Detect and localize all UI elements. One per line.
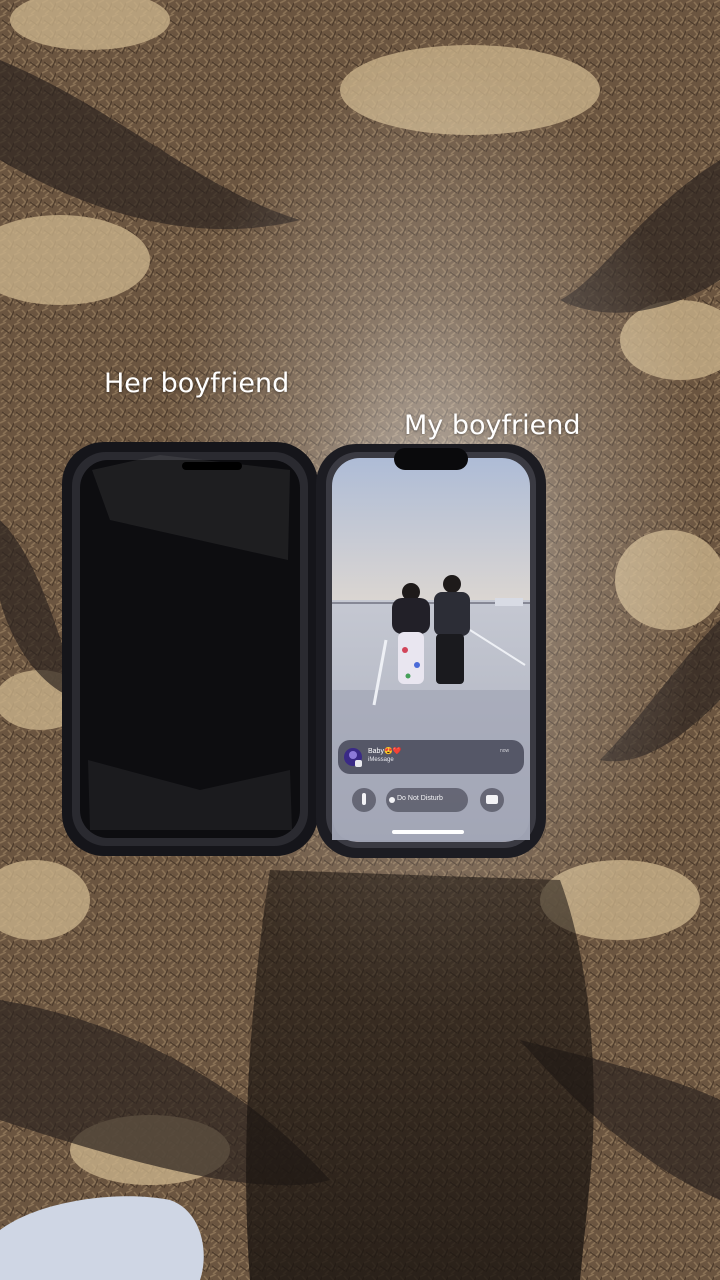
home-indicator	[392, 830, 464, 834]
caption-my-boyfriend: My boyfriend	[404, 410, 581, 441]
moon-icon	[389, 797, 395, 803]
photo-scene	[0, 0, 720, 1280]
dynamic-island	[394, 448, 468, 470]
notification-time: now	[500, 748, 510, 754]
left-phone	[62, 442, 318, 856]
notification-banner[interactable]	[338, 740, 524, 774]
notification-subtitle: iMessage	[368, 757, 394, 763]
focus-label: Do Not Disturb	[397, 795, 443, 802]
caption-her-boyfriend: Her boyfriend	[104, 368, 290, 399]
hand-shadow	[246, 870, 594, 1280]
imessage-icon	[355, 760, 362, 767]
notification-title: Baby😍❤️	[368, 748, 402, 755]
